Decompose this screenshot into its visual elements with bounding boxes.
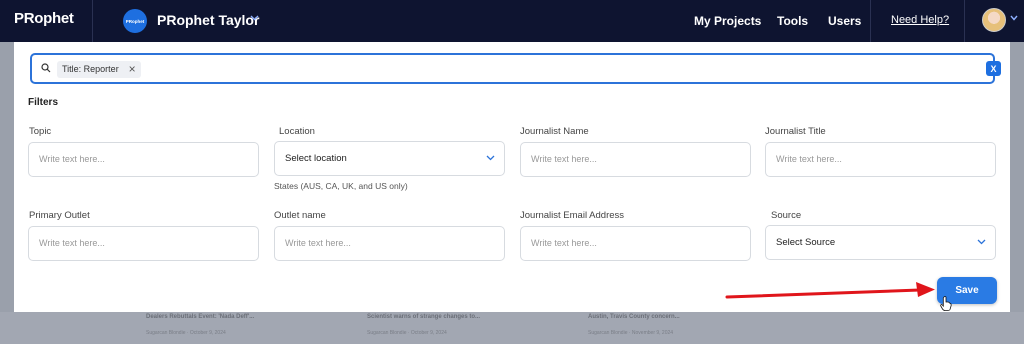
background-card-meta: Sugarcan Blondie · November 9, 2024 <box>588 330 674 336</box>
background-card-meta: Sugarcan Blondie · October 9, 2024 <box>367 330 447 336</box>
app-logo[interactable]: PRophet <box>14 10 74 27</box>
search-icon <box>41 63 51 73</box>
topic-input[interactable]: Write text here... <box>28 142 259 177</box>
nav-my-projects[interactable]: My Projects <box>694 14 761 28</box>
primary-outlet-label: Primary Outlet <box>29 210 90 221</box>
journalist-email-label: Journalist Email Address <box>520 210 625 221</box>
chevron-down-icon <box>486 155 495 161</box>
account-name[interactable]: PRophet Taylor <box>157 12 259 28</box>
clear-search-button[interactable]: X <box>986 61 1001 76</box>
journalist-email-input[interactable]: Write text here... <box>520 226 751 261</box>
navbar-divider <box>870 0 871 42</box>
navbar-divider <box>92 0 93 42</box>
close-icon[interactable]: × <box>129 61 136 78</box>
background-card-title: Dealers Rebuttals Event: 'Nada Deff'... <box>146 314 255 320</box>
nav-users[interactable]: Users <box>828 14 861 28</box>
source-select[interactable]: Select Source <box>765 225 996 260</box>
journalist-name-label: Journalist Name <box>520 126 589 137</box>
topic-label: Topic <box>29 126 52 137</box>
location-label: Location <box>279 126 315 137</box>
journalist-name-input[interactable]: Write text here... <box>520 142 751 177</box>
background-card-meta: Sugarcan Blondie · October 9, 2024 <box>146 330 226 336</box>
avatar[interactable] <box>982 8 1006 32</box>
search-input[interactable]: Title: Reporter × X <box>30 53 1001 84</box>
journalist-title-input[interactable]: Write text here... <box>765 142 996 177</box>
filters-heading: Filters <box>28 97 59 108</box>
nav-tools[interactable]: Tools <box>777 14 808 28</box>
background-card-title: Scientist warns of strange changes to... <box>367 314 481 320</box>
chevron-down-icon[interactable] <box>250 15 259 21</box>
source-label: Source <box>771 210 802 221</box>
background-card-title: Austin, Travis County concern... <box>588 314 680 320</box>
location-select-value: Select location <box>285 153 347 164</box>
top-navbar: PRophet PRophet PRophet Taylor My Projec… <box>0 0 1024 42</box>
location-hint: States (AUS, CA, UK, and US only) <box>274 181 408 191</box>
account-badge[interactable]: PRophet <box>123 9 147 33</box>
navbar-divider <box>964 0 965 42</box>
filter-panel: Title: Reporter × X Filters Topic Write … <box>14 42 1010 312</box>
filter-chip-label: Title: Reporter <box>62 64 119 74</box>
location-select[interactable]: Select location <box>274 141 505 176</box>
filter-chip: Title: Reporter × <box>57 61 141 78</box>
hand-cursor-icon <box>940 296 952 311</box>
chevron-down-icon <box>977 239 986 245</box>
primary-outlet-input[interactable]: Write text here... <box>28 226 259 261</box>
need-help-link[interactable]: Need Help? <box>891 14 949 26</box>
outlet-name-label: Outlet name <box>274 210 326 221</box>
background-results: Dealers Rebuttals Event: 'Nada Deff'... … <box>0 312 1024 344</box>
chevron-down-icon[interactable] <box>1010 15 1018 21</box>
outlet-name-input[interactable]: Write text here... <box>274 226 505 261</box>
journalist-title-label: Journalist Title <box>765 126 826 137</box>
source-select-value: Select Source <box>776 237 836 248</box>
